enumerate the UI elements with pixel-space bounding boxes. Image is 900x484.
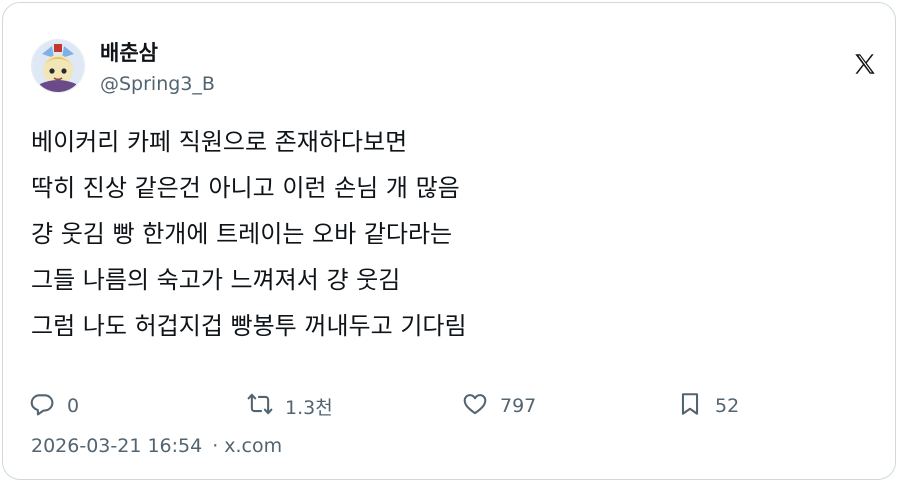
source-link[interactable]: x.com [224, 435, 282, 457]
post-line: 딱히 진상 같은건 아니고 이런 손님 개 많음 [31, 174, 460, 202]
meta-separator: · [212, 435, 219, 457]
post-line: 그럼 나도 허겁지겁 빵봉투 꺼내두고 기다림 [31, 312, 467, 340]
post-line: 걍 웃김 빵 한개에 트레이는 오바 같다라는 [31, 220, 453, 248]
post-text: 베이커리 카페 직원으로 존재하다보면 딱히 진상 같은건 아니고 이런 손님 … [31, 119, 467, 349]
author-handle[interactable]: @Spring3_B [100, 73, 215, 95]
post-card: 배춘삼 @Spring3_B 베이커리 카페 직원으로 존재하다보면 딱히 진상… [2, 2, 896, 480]
post-meta: 2026-03-21 16:54 · x.com [31, 435, 282, 457]
post-line: 베이커리 카페 직원으로 존재하다보면 [31, 128, 408, 156]
reply-button[interactable]: 0 [29, 389, 79, 423]
reply-icon [29, 391, 55, 421]
repost-button[interactable]: 1.3천 [247, 389, 333, 423]
author-name[interactable]: 배춘삼 [100, 37, 158, 67]
bookmark-button[interactable]: 52 [677, 389, 739, 423]
heart-icon [462, 391, 488, 421]
repost-icon [247, 391, 273, 421]
repost-count: 1.3천 [285, 396, 333, 419]
bookmark-icon [677, 391, 703, 421]
x-logo-icon[interactable] [852, 51, 878, 77]
post-line: 그들 나름의 숙고가 느껴져서 걍 웃김 [31, 266, 401, 294]
bookmark-count: 52 [715, 395, 740, 417]
reply-count: 0 [67, 395, 80, 417]
timestamp[interactable]: 2026-03-21 16:54 [31, 435, 202, 457]
like-count: 797 [500, 395, 537, 417]
like-button[interactable]: 797 [462, 389, 536, 423]
action-bar: 0 1.3천 797 52 [3, 389, 895, 423]
avatar-character-icon [32, 40, 84, 92]
avatar[interactable] [31, 39, 85, 93]
